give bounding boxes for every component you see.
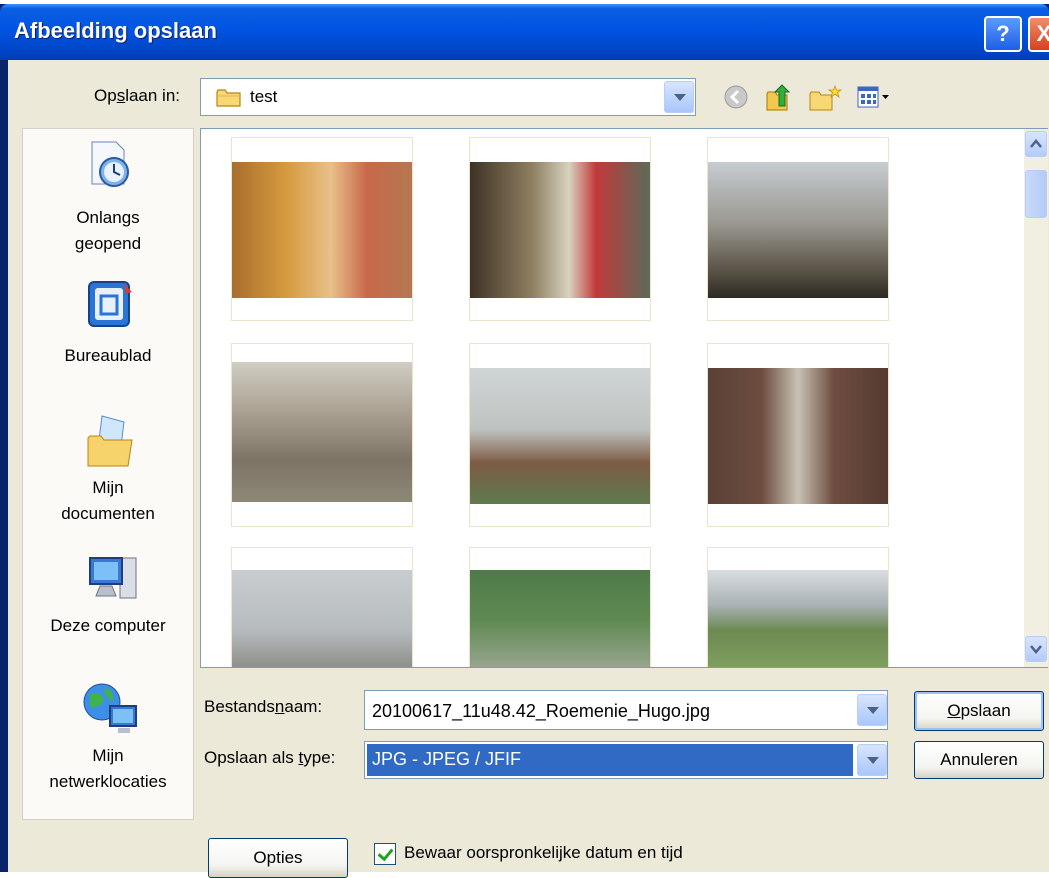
help-button[interactable]: ? (984, 16, 1022, 52)
lookin-dropdown-button[interactable] (664, 81, 694, 113)
close-button[interactable]: X (1028, 16, 1049, 52)
save-button[interactable]: Opslaan (914, 691, 1044, 731)
file-thumbnail[interactable] (469, 343, 651, 527)
place-label: Bureaublad (64, 346, 152, 365)
filename-dropdown-button[interactable] (857, 694, 887, 726)
place-label: geopend (74, 234, 142, 253)
photo-image (470, 570, 650, 667)
photo-image (232, 570, 412, 667)
place-my-computer[interactable]: Deze computer (22, 552, 194, 652)
file-thumbnail[interactable] (469, 547, 651, 667)
chevron-down-icon (1030, 645, 1042, 654)
file-list-view[interactable] (200, 128, 1048, 668)
filetype-value[interactable]: JPG - JPEG / JFIF (372, 749, 521, 770)
scroll-thumb[interactable] (1025, 170, 1047, 218)
keep-datetime-checkbox[interactable] (374, 843, 396, 865)
place-desktop[interactable]: Bureaublad (22, 272, 194, 372)
back-icon[interactable] (723, 84, 749, 110)
options-button[interactable]: Opties (208, 838, 348, 878)
place-label: documenten (61, 504, 155, 523)
file-thumbnail[interactable] (707, 343, 889, 527)
my-documents-icon (87, 415, 133, 467)
filename-value[interactable]: 20100617_11u48.42_Roemenie_Hugo.jpg (372, 701, 710, 722)
photo-image (708, 570, 888, 667)
lookin-value: test (250, 87, 278, 106)
place-my-documents[interactable]: Mijn documenten (22, 410, 194, 540)
file-thumbnail[interactable] (707, 547, 889, 667)
scroll-up-button[interactable] (1025, 131, 1047, 157)
recent-documents-icon (91, 141, 129, 187)
place-label: Mijn (92, 478, 124, 497)
place-label: Deze computer (50, 616, 166, 635)
photo-image (470, 162, 650, 298)
photo-image (708, 368, 888, 504)
window-title: Afbeelding opslaan (14, 18, 217, 43)
photo-image (232, 362, 412, 502)
scroll-down-button[interactable] (1025, 636, 1047, 662)
cancel-button[interactable]: Annuleren (914, 741, 1044, 779)
photo-image (470, 368, 650, 504)
place-recent[interactable]: Onlangs geopend (22, 136, 194, 266)
new-folder-icon[interactable] (808, 84, 842, 112)
file-thumbnail[interactable] (707, 137, 889, 321)
file-thumbnail[interactable] (231, 343, 413, 527)
photo-image (708, 162, 888, 298)
views-menu-icon[interactable] (856, 84, 892, 110)
place-label: netwerklocaties (49, 772, 167, 791)
keep-datetime-label[interactable]: Bewaar oorspronkelijke datum en tijd (404, 843, 683, 863)
up-folder-icon[interactable] (765, 84, 795, 112)
folder-icon (216, 89, 241, 107)
file-thumbnail[interactable] (231, 547, 413, 667)
network-places-icon (83, 683, 137, 733)
lookin-label: Opslaan in: (94, 86, 181, 105)
place-label: Onlangs (76, 208, 140, 227)
place-network[interactable]: Mijn netwerklocaties (22, 680, 194, 810)
desktop-icon (88, 281, 132, 327)
filetype-dropdown-button[interactable] (857, 744, 887, 776)
photo-image (232, 162, 412, 298)
filetype-label: Opslaan als type: (204, 748, 336, 767)
filename-label: Bestandsnaam: (204, 697, 323, 716)
place-label: Mijn (92, 746, 124, 765)
file-thumbnail[interactable] (231, 137, 413, 321)
file-thumbnail[interactable] (469, 137, 651, 321)
my-computer-icon (89, 557, 137, 599)
chevron-up-icon (1030, 139, 1042, 148)
